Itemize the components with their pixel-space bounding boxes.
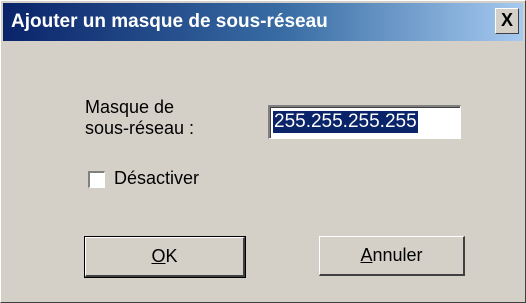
subnet-mask-label: Masque de sous-réseau : (85, 97, 215, 139)
subnet-mask-label-line1: Masque de (85, 97, 175, 117)
close-button[interactable]: X (495, 8, 519, 34)
cancel-button-rest: nnuler (372, 245, 423, 265)
ok-button-rest: K (165, 246, 178, 266)
dialog-title: Ajouter un masque de sous-réseau (11, 11, 328, 32)
cancel-button-accel: A (360, 245, 373, 265)
dialog-window: Ajouter un masque de sous-réseau X Masqu… (0, 0, 526, 303)
subnet-mask-label-line2: sous-réseau : (85, 118, 195, 138)
title-bar[interactable]: Ajouter un masque de sous-réseau X (3, 3, 523, 41)
subnet-mask-input[interactable]: 255.255.255.255 (268, 105, 461, 139)
ok-button-accel: O (151, 246, 166, 266)
cancel-button[interactable]: Annuler (319, 236, 465, 276)
disable-checkbox-label[interactable]: Désactiver (114, 168, 199, 189)
disable-checkbox[interactable] (88, 171, 105, 188)
ok-button[interactable]: OK (84, 236, 246, 278)
subnet-mask-value: 255.255.255.255 (273, 111, 418, 133)
close-icon: X (500, 10, 513, 30)
